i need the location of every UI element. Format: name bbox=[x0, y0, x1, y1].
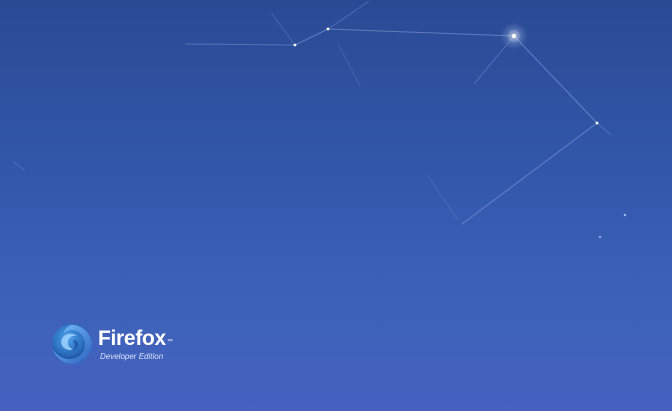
firefox-developer-edition-logo-icon bbox=[52, 324, 92, 364]
brand-name: Firefox™ bbox=[98, 327, 173, 350]
firefox-developer-edition-brand: Firefox™ Developer Edition bbox=[50, 322, 180, 368]
trademark-symbol: ™ bbox=[166, 339, 173, 345]
brand-edition: Developer Edition bbox=[100, 352, 164, 361]
